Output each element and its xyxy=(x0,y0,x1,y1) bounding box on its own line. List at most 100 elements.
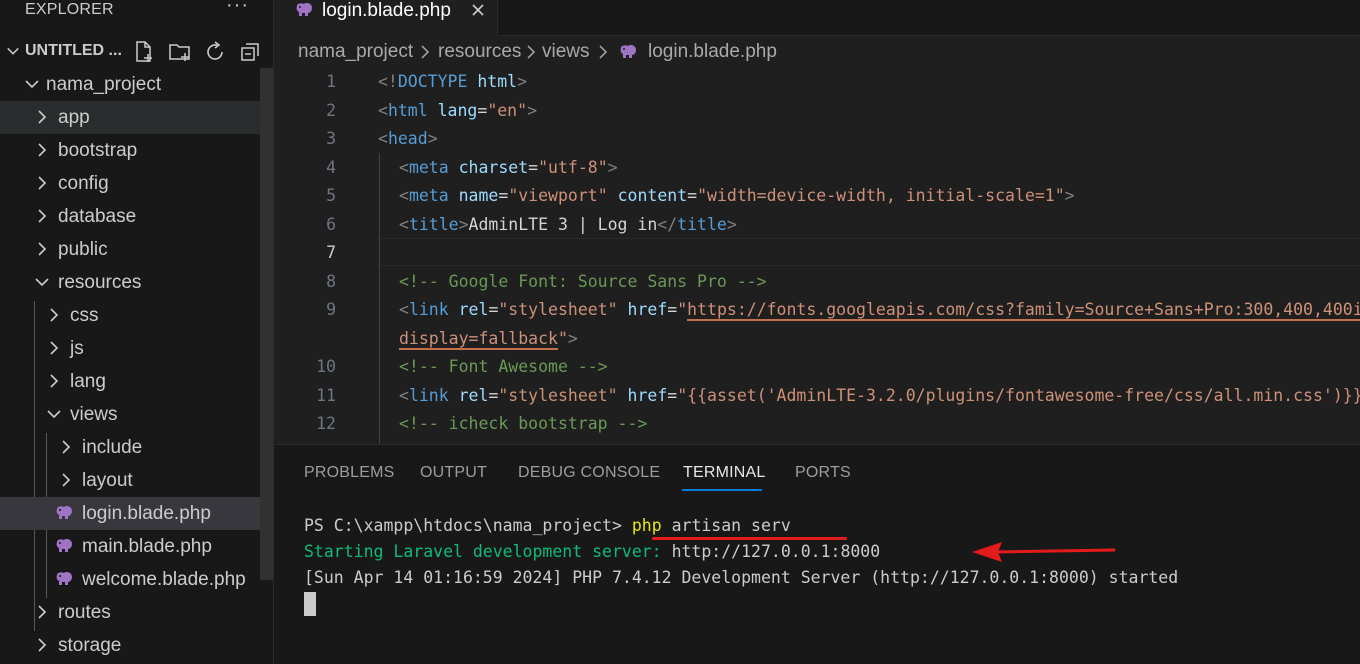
tree-folder-database[interactable]: database xyxy=(0,200,260,233)
tab-debug-console[interactable]: DEBUG CONSOLE xyxy=(518,464,660,482)
tree-label: app xyxy=(58,107,90,128)
tree-label: css xyxy=(70,305,99,326)
php-elephant-icon xyxy=(56,539,72,552)
line-number: 1 xyxy=(326,72,336,91)
bottom-panel: PROBLEMS OUTPUT DEBUG CONSOLE TERMINAL P… xyxy=(274,444,1360,664)
explorer-title: EXPLORER xyxy=(25,1,114,18)
tree-file-login-blade[interactable]: login.blade.php xyxy=(0,497,260,530)
tree-label: config xyxy=(58,173,109,194)
tree-label: views xyxy=(70,404,118,425)
breadcrumb-item[interactable]: resources xyxy=(438,41,521,63)
collapse-all-icon[interactable] xyxy=(238,40,262,64)
editor-tab-bar: login.blade.php xyxy=(274,0,1360,36)
line-number: 5 xyxy=(326,186,336,205)
code-editor[interactable]: 1 2 3 4 5 6 7 8 9 10 11 12 <!DOCTYPE htm… xyxy=(274,68,1360,444)
tree-folder-public[interactable]: public xyxy=(0,233,260,266)
sidebar-scrollbar[interactable] xyxy=(260,68,273,580)
tree-folder-resources[interactable]: resources xyxy=(0,266,260,299)
tab-output[interactable]: OUTPUT xyxy=(420,464,487,482)
tree-label: public xyxy=(58,239,108,260)
php-elephant-icon xyxy=(620,45,636,58)
line-number: 7 xyxy=(326,243,336,262)
tree-file-welcome-blade[interactable]: welcome.blade.php xyxy=(0,563,260,596)
breadcrumb-item[interactable]: nama_project xyxy=(298,41,413,63)
line-number: 8 xyxy=(326,272,336,291)
breadcrumb-item[interactable]: views xyxy=(542,41,590,63)
tree-folder-layout[interactable]: layout xyxy=(0,464,260,497)
new-file-icon[interactable] xyxy=(132,40,156,64)
line-number: 3 xyxy=(326,129,336,148)
refresh-icon[interactable] xyxy=(203,40,227,64)
terminal-line-starting: Starting Laravel development server: htt… xyxy=(304,542,881,561)
line-number: 12 xyxy=(316,414,336,433)
chevron-right-icon xyxy=(38,143,47,157)
workspace-name: UNTITLED ... xyxy=(25,42,122,59)
php-elephant-icon xyxy=(296,3,312,17)
tree-folder-routes[interactable]: routes xyxy=(0,596,260,629)
tree-label: nama_project xyxy=(46,74,162,95)
more-actions-icon[interactable]: ··· xyxy=(226,0,249,17)
tree-label: login.blade.php xyxy=(82,503,211,524)
chevron-right-icon xyxy=(50,341,59,355)
annotation-arrow-icon xyxy=(972,542,1116,562)
tree-folder-nama-project[interactable]: nama_project xyxy=(0,68,260,101)
tree-label: bootstrap xyxy=(58,140,138,161)
code-line: <!-- Font Awesome --> xyxy=(399,357,608,376)
tree-folder-storage[interactable]: storage xyxy=(0,629,260,662)
close-icon[interactable] xyxy=(470,2,486,18)
chevron-right-icon xyxy=(421,45,430,59)
code-line: <html lang="en"> xyxy=(378,101,537,120)
code-line: <!-- Google Font: Source Sans Pro --> xyxy=(399,272,767,291)
tree-folder-lang[interactable]: lang xyxy=(0,365,260,398)
active-tab-indicator xyxy=(682,489,762,491)
indent-guide xyxy=(379,153,380,444)
php-elephant-icon xyxy=(56,572,72,585)
workspace-header[interactable]: UNTITLED ... xyxy=(0,36,273,68)
tab-terminal[interactable]: TERMINAL xyxy=(683,464,766,482)
tree-label: database xyxy=(58,206,137,227)
chevron-right-icon xyxy=(527,45,536,59)
chevron-down-icon xyxy=(35,278,49,287)
chevron-right-icon xyxy=(50,374,59,388)
tree-label: welcome.blade.php xyxy=(82,569,246,590)
tree-label: main.blade.php xyxy=(82,536,212,557)
tree-file-main-blade[interactable]: main.blade.php xyxy=(0,530,260,563)
code-line: <meta name="viewport" content="width=dev… xyxy=(399,186,1075,205)
chevron-down-icon xyxy=(7,47,19,55)
tree-label: js xyxy=(70,338,84,359)
chevron-right-icon xyxy=(599,45,608,59)
current-line-highlight xyxy=(378,238,1360,266)
tree-folder-js[interactable]: js xyxy=(0,332,260,365)
line-number: 4 xyxy=(326,158,336,177)
line-number: 11 xyxy=(316,386,336,405)
chevron-right-icon xyxy=(38,110,47,124)
tree-folder-config[interactable]: config xyxy=(0,167,260,200)
tree-label: resources xyxy=(58,272,142,293)
chevron-right-icon xyxy=(38,176,47,190)
tree-folder-css[interactable]: css xyxy=(0,299,260,332)
tree-label: storage xyxy=(58,635,122,656)
tab-login-blade[interactable]: login.blade.php xyxy=(274,0,498,36)
php-elephant-icon xyxy=(56,506,72,519)
tab-ports[interactable]: PORTS xyxy=(795,464,851,482)
tree-folder-bootstrap[interactable]: bootstrap xyxy=(0,134,260,167)
chevron-right-icon xyxy=(62,473,71,487)
breadcrumb-item[interactable]: login.blade.php xyxy=(648,41,777,63)
chevron-right-icon xyxy=(62,440,71,454)
code-line: <meta charset="utf-8"> xyxy=(399,158,618,177)
chevron-right-icon xyxy=(38,209,47,223)
tree-folder-views[interactable]: views xyxy=(0,398,260,431)
explorer-sidebar: EXPLORER ··· UNTITLED ... nama_project a… xyxy=(0,0,274,664)
code-line: <link rel="stylesheet" href="{{asset('Ad… xyxy=(399,386,1360,405)
code-line: <title>AdminLTE 3 | Log in</title> xyxy=(399,215,737,234)
code-line: <link rel="stylesheet" href="https://fon… xyxy=(399,300,1360,321)
line-number: 2 xyxy=(326,101,336,120)
tree-folder-app[interactable]: app xyxy=(0,101,260,134)
tree-label: include xyxy=(82,437,143,458)
code-line: <head> xyxy=(378,129,438,148)
tree-folder-include[interactable]: include xyxy=(0,431,260,464)
new-folder-icon[interactable] xyxy=(168,40,192,64)
code-line-wrapped: display=fallback"> xyxy=(399,329,578,350)
tab-problems[interactable]: PROBLEMS xyxy=(304,464,395,482)
terminal-line-command: PS C:\xampp\htdocs\nama_project> php art… xyxy=(304,516,791,535)
